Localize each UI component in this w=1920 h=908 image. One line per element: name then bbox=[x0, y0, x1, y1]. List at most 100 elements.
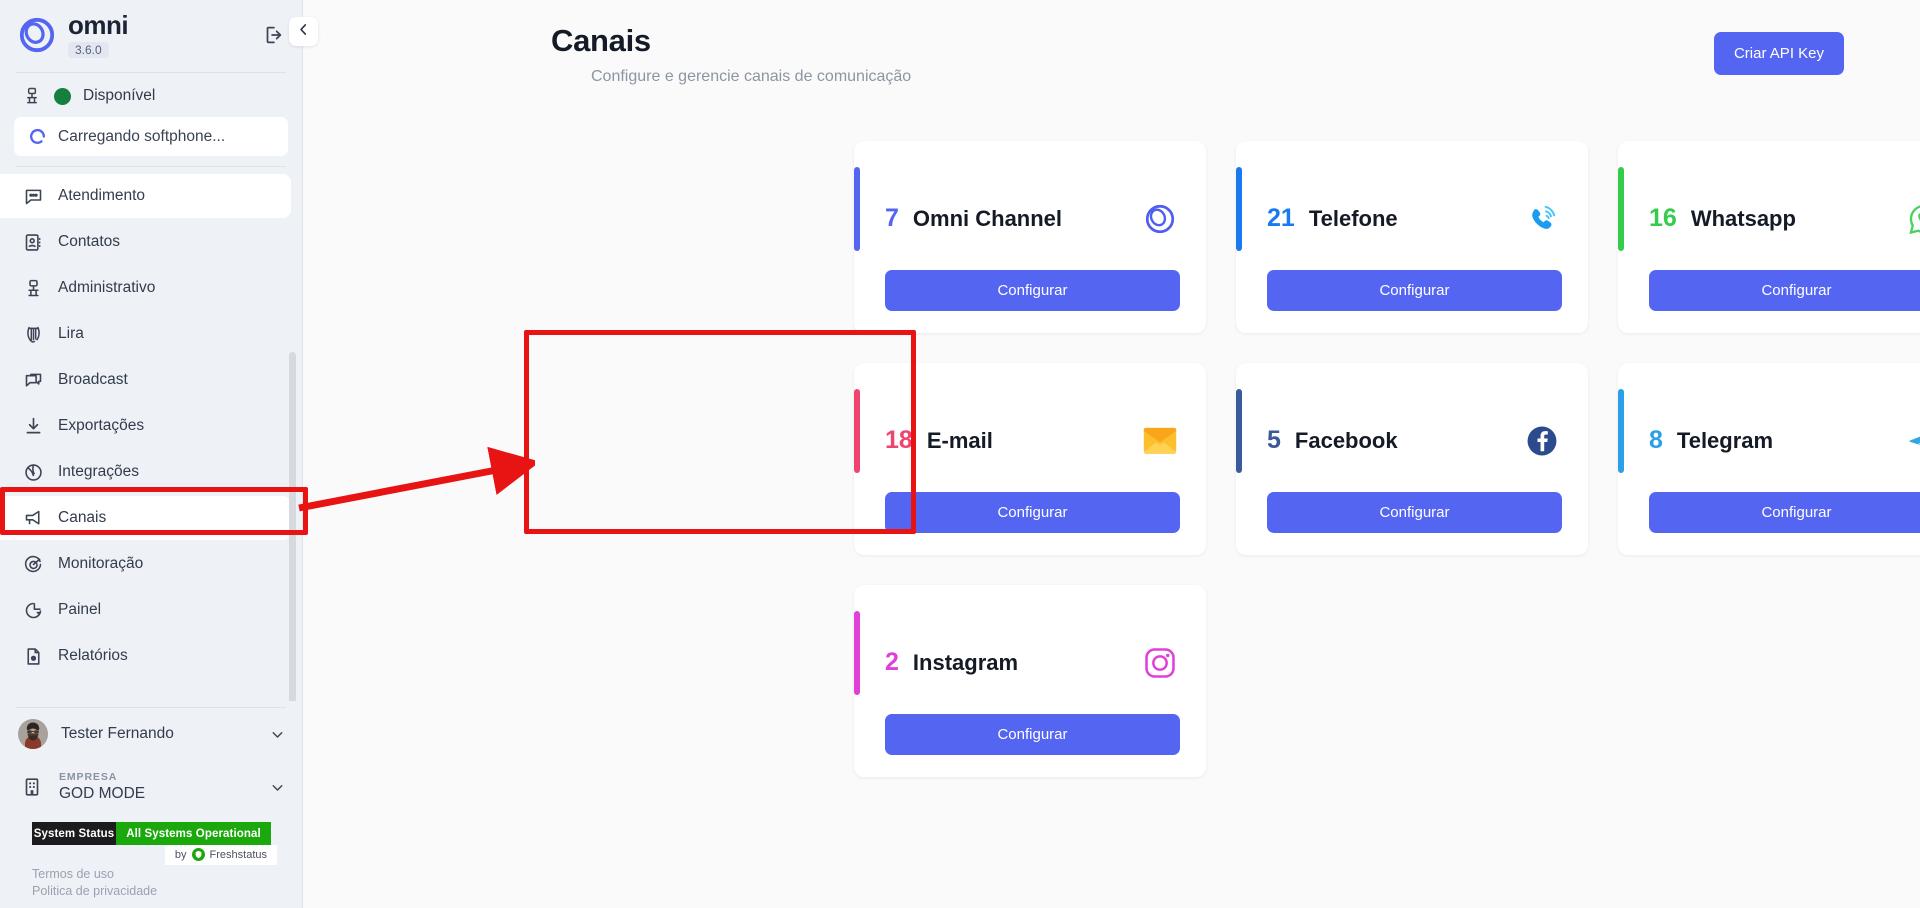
sidebar-item-broadcast[interactable]: Broadcast bbox=[0, 358, 291, 402]
agent-status-row[interactable]: Disponível bbox=[0, 73, 302, 117]
sidebar-item-painel[interactable]: Painel bbox=[0, 588, 291, 632]
channel-card-telefone[interactable]: 21 Telefone Configurar bbox=[1236, 141, 1588, 334]
card-accent-bar bbox=[854, 611, 860, 696]
building-icon bbox=[18, 773, 46, 801]
card-accent-bar bbox=[1618, 389, 1624, 474]
privacy-link[interactable]: Politica de privacidade bbox=[32, 884, 302, 898]
telegram-icon bbox=[1904, 421, 1920, 461]
sidebar-item-canais[interactable]: Canais bbox=[0, 496, 291, 541]
page-header-text: Canais Configure e gerencie canais de co… bbox=[551, 22, 1714, 86]
terms-link[interactable]: Termos de uso bbox=[32, 867, 302, 881]
avatar bbox=[18, 719, 48, 750]
channel-count: 21 bbox=[1267, 204, 1295, 233]
sidebar-scrollbar[interactable] bbox=[289, 352, 296, 702]
sidebar-item-atendimento[interactable]: Atendimento bbox=[0, 174, 291, 219]
admin-desk-icon bbox=[22, 277, 44, 299]
channel-card-omni-channel[interactable]: 7 Omni Channel Configurar bbox=[854, 141, 1206, 334]
card-header: 21 Telefone bbox=[1267, 167, 1562, 270]
create-api-key-button[interactable]: Criar API Key bbox=[1713, 32, 1844, 75]
globe-icon bbox=[22, 461, 44, 483]
brand-version: 3.6.0 bbox=[68, 42, 109, 59]
channel-count: 5 bbox=[1267, 426, 1281, 455]
page-header: Canais Configure e gerencie canais de co… bbox=[303, 0, 1920, 86]
card-header: 8 Telegram bbox=[1649, 389, 1920, 492]
phone-ringing-icon bbox=[1522, 199, 1562, 239]
sidebar-collapse-button[interactable] bbox=[289, 17, 318, 46]
channel-card-whatsapp[interactable]: 16 Whatsapp Configurar bbox=[1618, 141, 1920, 334]
sidebar-item-label: Atendimento bbox=[58, 187, 146, 205]
omni-logo-icon bbox=[18, 16, 56, 54]
card-accent-bar bbox=[854, 389, 860, 474]
channel-name: Telegram bbox=[1676, 427, 1774, 453]
configure-button[interactable]: Configurar bbox=[885, 714, 1180, 756]
configure-button[interactable]: Configurar bbox=[1267, 270, 1562, 312]
chevron-down-icon bbox=[268, 779, 286, 796]
channel-count: 8 bbox=[1649, 426, 1663, 455]
configure-button[interactable]: Configurar bbox=[885, 270, 1180, 312]
company-name: GOD MODE bbox=[59, 784, 146, 802]
channel-card-telegram[interactable]: 8 Telegram Configurar bbox=[1618, 363, 1920, 556]
brand-block: omni 3.6.0 bbox=[68, 11, 248, 59]
sidebar-item-contatos[interactable]: Contatos bbox=[0, 220, 291, 264]
freshstatus-attribution: by Freshstatus bbox=[164, 845, 277, 865]
channel-name: Telefone bbox=[1308, 205, 1398, 231]
channel-name: Instagram bbox=[912, 649, 1019, 675]
channel-card-facebook[interactable]: 5 Facebook Configurar bbox=[1236, 363, 1588, 556]
channel-count: 2 bbox=[885, 648, 899, 677]
system-status-bar[interactable]: System Status All Systems Operational bbox=[32, 822, 271, 845]
configure-button[interactable]: Configurar bbox=[1649, 492, 1920, 534]
loading-spinner-icon bbox=[28, 127, 47, 146]
status-dot bbox=[54, 87, 71, 105]
download-icon bbox=[22, 415, 44, 437]
system-status-widget[interactable]: System Status All Systems Operational by… bbox=[32, 822, 277, 865]
channel-name: Whatsapp bbox=[1690, 205, 1796, 231]
sidebar-item-label: Lira bbox=[58, 325, 84, 343]
envelope-icon bbox=[1140, 421, 1180, 461]
configure-button[interactable]: Configurar bbox=[1649, 270, 1920, 312]
sidebar-item-label: Contatos bbox=[58, 233, 121, 251]
sidebar-item-label: Painel bbox=[58, 601, 102, 619]
company-selector[interactable]: EMPRESA GOD MODE bbox=[0, 760, 302, 814]
channel-count: 18 bbox=[885, 426, 913, 455]
sidebar-item-administrativo[interactable]: Administrativo bbox=[0, 266, 291, 310]
sidebar-item-monitoracao[interactable]: Monitoração bbox=[0, 542, 291, 586]
freshstatus-name: Freshstatus bbox=[209, 848, 267, 861]
pie-chart-icon bbox=[22, 599, 44, 621]
sidebar-item-label: Administrativo bbox=[58, 279, 156, 297]
sidebar-item-label: Monitoração bbox=[58, 555, 144, 573]
by-prefix: by bbox=[174, 848, 187, 861]
softphone-loading-card: Carregando softphone... bbox=[14, 117, 288, 157]
sidebar-item-exportacoes[interactable]: Exportações bbox=[0, 404, 291, 448]
channel-card-instagram[interactable]: 2 Instagram Configurar bbox=[854, 585, 1206, 778]
card-header: 18 E-mail bbox=[885, 389, 1180, 492]
sidebar-item-integracoes[interactable]: Integrações bbox=[0, 450, 291, 494]
instagram-icon bbox=[1140, 643, 1180, 683]
channel-count: 16 bbox=[1649, 204, 1677, 233]
agent-desk-icon bbox=[22, 86, 42, 106]
sidebar-item-relatorios[interactable]: Relatórios bbox=[0, 634, 291, 678]
user-menu[interactable]: Tester Fernando bbox=[0, 708, 302, 760]
configure-button[interactable]: Configurar bbox=[885, 492, 1180, 534]
channel-card-email[interactable]: 18 E-mail Configurar bbox=[854, 363, 1206, 556]
page-subtitle: Configure e gerencie canais de comunicaç… bbox=[591, 68, 912, 86]
channel-count: 7 bbox=[885, 204, 899, 233]
card-accent-bar bbox=[1236, 389, 1242, 474]
logout-icon[interactable] bbox=[260, 22, 286, 48]
lyre-icon bbox=[22, 323, 44, 345]
sidebar-item-label: Exportações bbox=[58, 417, 145, 435]
agent-status-label: Disponível bbox=[83, 87, 156, 105]
chevron-down-icon bbox=[268, 726, 286, 743]
channels-grid: 7 Omni Channel Configurar 21 Telefone Co… bbox=[303, 86, 1920, 778]
configure-button[interactable]: Configurar bbox=[1267, 492, 1562, 534]
target-icon bbox=[22, 553, 44, 575]
freshstatus-icon bbox=[191, 848, 205, 861]
page-title: Canais bbox=[551, 23, 651, 58]
sidebar-header: omni 3.6.0 bbox=[0, 0, 302, 72]
card-header: 2 Instagram bbox=[885, 611, 1180, 714]
app-root: omni 3.6.0 Disponível Carregando softpho… bbox=[0, 0, 1920, 908]
card-accent-bar bbox=[1618, 167, 1624, 252]
chevron-left-icon bbox=[295, 21, 312, 43]
card-header: 5 Facebook bbox=[1267, 389, 1562, 492]
broadcast-chat-icon bbox=[22, 369, 44, 391]
sidebar-item-lira[interactable]: Lira bbox=[0, 312, 291, 356]
